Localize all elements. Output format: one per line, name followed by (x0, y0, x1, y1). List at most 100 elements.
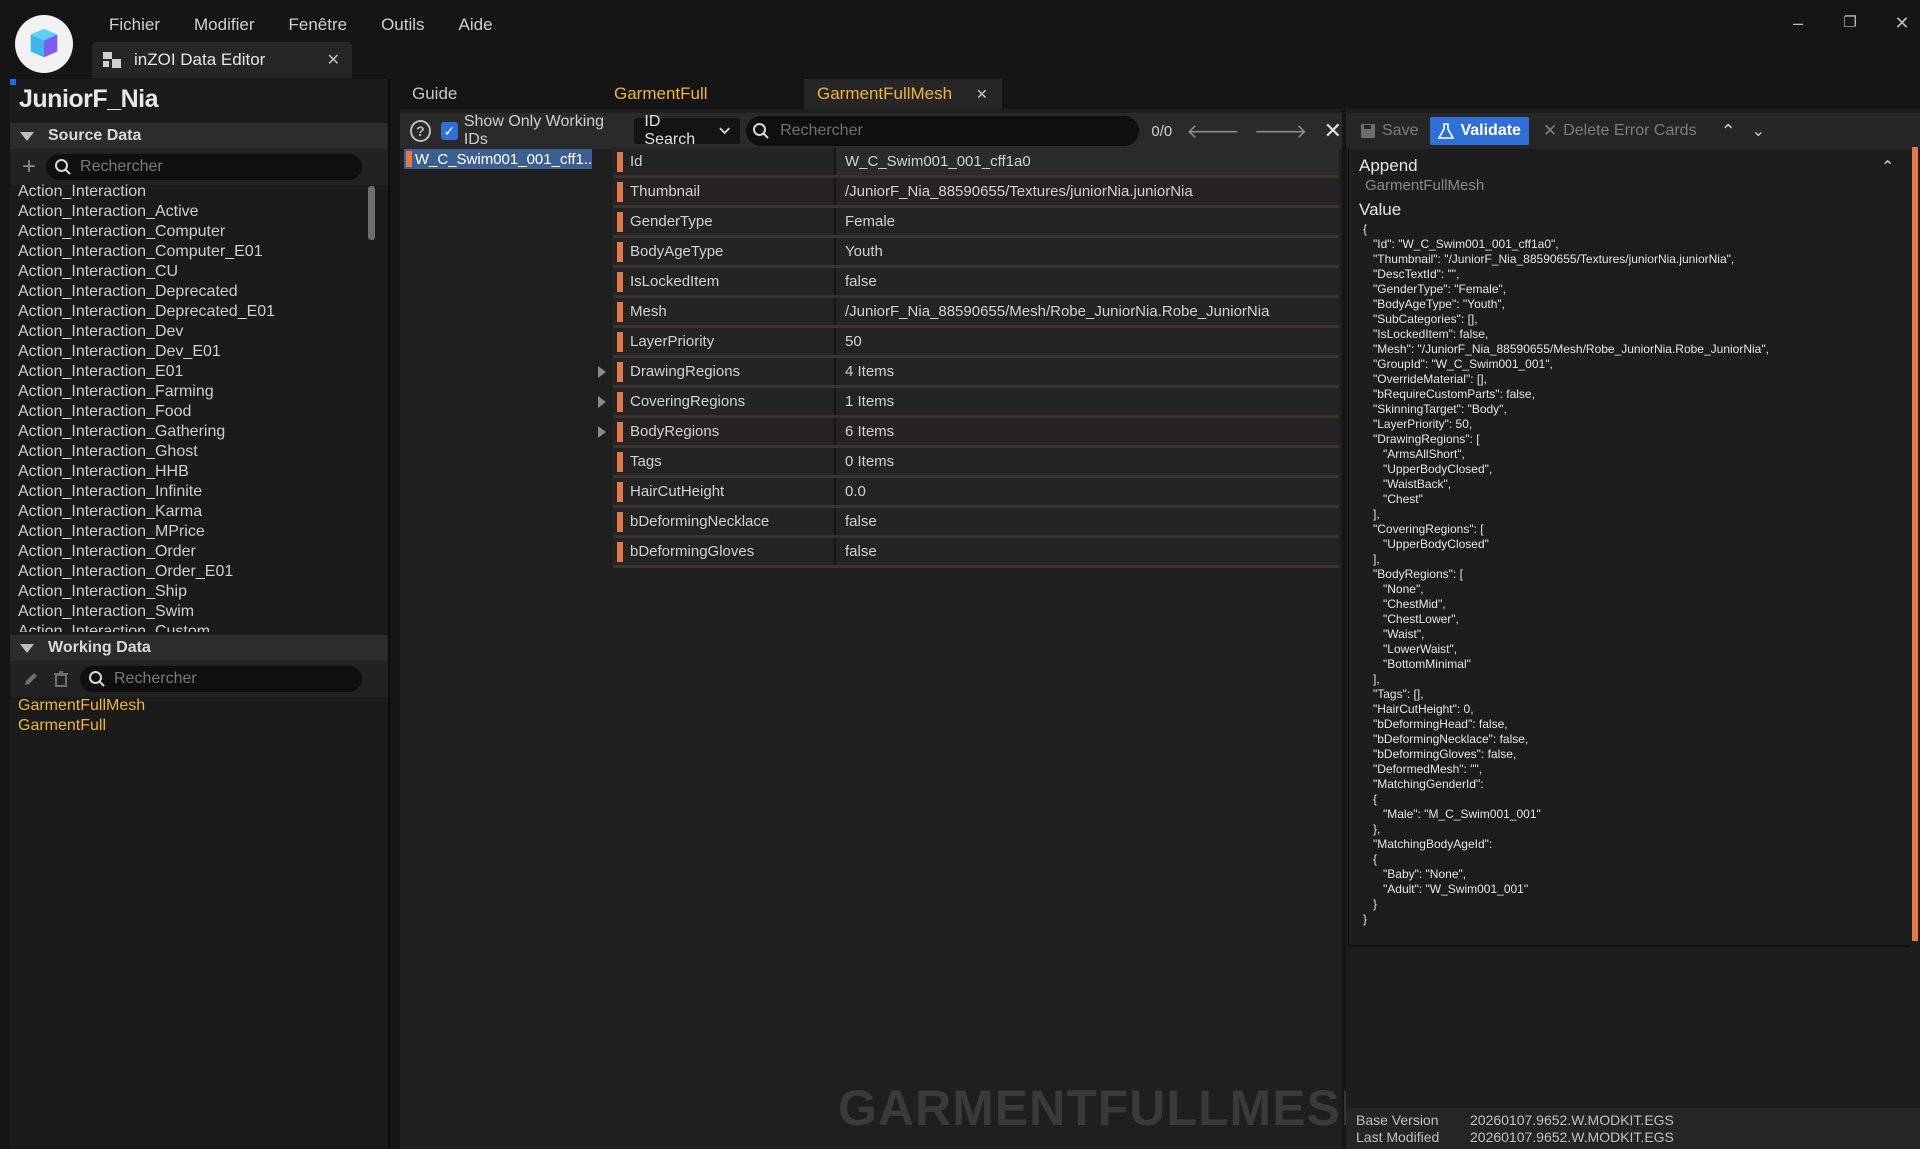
next-arrow-icon[interactable]: 🡒 (1254, 119, 1308, 144)
list-item[interactable]: Action_Interaction_Karma (18, 502, 370, 522)
json-line: ], (1363, 552, 1380, 566)
working-data-header[interactable]: Working Data (10, 635, 388, 661)
delete-error-cards-button[interactable]: ✕ Delete Error Cards (1535, 117, 1705, 145)
property-value[interactable]: W_C_Swim001_001_cff1a0 (836, 148, 1339, 175)
table-row[interactable]: BodyAgeType Youth (613, 238, 1339, 268)
property-name-cell: bDeformingNecklace (613, 508, 836, 535)
document-tab[interactable]: inZOI Data Editor ✕ (92, 42, 352, 78)
list-item[interactable]: Action_Interaction_Active (18, 202, 370, 222)
table-row[interactable]: Id W_C_Swim001_001_cff1a0 (613, 148, 1339, 178)
source-search-input[interactable]: Rechercher (46, 154, 363, 180)
list-item[interactable]: Action_Interaction_CU (18, 262, 370, 282)
menu-fenetre[interactable]: Fenêtre (271, 13, 364, 37)
id-search-input[interactable]: Rechercher (746, 116, 1140, 146)
list-item[interactable]: Action_Interaction_Order_E01 (18, 562, 370, 582)
document-tab-close-icon[interactable]: ✕ (327, 50, 340, 70)
list-item[interactable]: Action_Interaction_Computer_E01 (18, 242, 370, 262)
chevron-up-icon[interactable]: ⌃ (1721, 121, 1736, 142)
table-row[interactable]: GenderType Female (613, 208, 1339, 238)
list-item[interactable]: Action_Interaction_Computer (18, 222, 370, 242)
menu-fichier[interactable]: Fichier (92, 13, 177, 37)
list-item[interactable]: Action_Interaction_MPrice (18, 522, 370, 542)
working-list-item[interactable]: GarmentFull (18, 716, 370, 736)
source-list-scrollbar[interactable] (368, 186, 375, 240)
list-item[interactable]: Action_Interaction_Swim (18, 602, 370, 622)
id-search-dropdown[interactable]: ID Search (634, 113, 741, 148)
table-row[interactable]: IsLockedItem false (613, 268, 1339, 298)
table-row[interactable]: Thumbnail/JuniorF_Nia_88590655/Textures/… (613, 178, 1339, 208)
table-row[interactable]: Tags 0 Items (613, 448, 1339, 478)
source-data-header[interactable]: Source Data (10, 123, 388, 149)
id-list-item-selected[interactable]: W_C_Swim001_001_cff1... (404, 149, 592, 169)
property-value[interactable]: Female (836, 208, 1339, 235)
tab-close-icon[interactable]: ✕ (976, 79, 988, 109)
tab-garmentfullmesh[interactable]: GarmentFullMesh ✕ (804, 79, 1002, 109)
property-value[interactable]: /JuniorF_Nia_88590655/Textures/juniorNia… (836, 178, 1339, 205)
property-value[interactable]: 0.0 (836, 478, 1339, 505)
table-row[interactable]: bDeformingGloves false (613, 538, 1339, 568)
validate-button[interactable]: Validate (1430, 117, 1529, 145)
help-icon[interactable]: ? (410, 120, 431, 142)
list-item[interactable]: Action_Interaction_HHB (18, 462, 370, 482)
menu-aide[interactable]: Aide (442, 13, 510, 37)
table-row[interactable]: CoveringRegions 1 Items (598, 388, 1339, 418)
close-window-button[interactable]: ✕ (1886, 10, 1918, 36)
list-item[interactable]: Action_Interaction_Custom (18, 622, 370, 632)
list-item[interactable]: Action_Interaction_Dev (18, 322, 370, 342)
property-value[interactable]: Youth (836, 238, 1339, 265)
menu-modifier[interactable]: Modifier (177, 13, 271, 37)
property-value[interactable]: false (836, 268, 1339, 295)
tab-garmentfull[interactable]: GarmentFull (614, 79, 708, 109)
property-value[interactable]: 1 Items (836, 388, 1339, 415)
table-row[interactable]: LayerPriority 50 (613, 328, 1339, 358)
list-item[interactable]: Action_Interaction_Farming (18, 382, 370, 402)
working-list-item[interactable]: GarmentFullMesh (18, 696, 370, 716)
property-value[interactable]: 4 Items (836, 358, 1339, 385)
property-value[interactable]: false (836, 508, 1339, 535)
table-row[interactable]: BodyRegions 6 Items (598, 418, 1339, 448)
list-item[interactable]: Action_Interaction_Ghost (18, 442, 370, 462)
table-row[interactable]: bDeformingNecklace false (613, 508, 1339, 538)
list-item[interactable]: Action_Interaction (18, 182, 370, 202)
table-row[interactable]: DrawingRegions 4 Items (598, 358, 1339, 388)
edit-icon[interactable] (22, 670, 40, 688)
list-item[interactable]: Action_Interaction_E01 (18, 362, 370, 382)
property-value[interactable]: false (836, 538, 1339, 565)
working-search-input[interactable]: Rechercher (80, 666, 362, 692)
expand-arrow-icon[interactable] (598, 396, 606, 408)
table-row[interactable]: HairCutHeight 0.0 (613, 478, 1339, 508)
trash-icon[interactable] (52, 670, 70, 688)
save-button[interactable]: Save (1352, 117, 1426, 145)
expand-arrow-icon[interactable] (598, 426, 606, 438)
json-line: "GenderType": "Female", (1363, 282, 1507, 296)
chevron-down-icon[interactable]: ⌄ (1752, 121, 1765, 141)
tab-guide[interactable]: Guide (412, 79, 457, 109)
expand-arrow-icon[interactable] (598, 366, 606, 378)
collapse-chevron-up-icon[interactable]: ⌃ (1881, 157, 1894, 177)
list-item[interactable]: Action_Interaction_Ship (18, 582, 370, 602)
add-icon[interactable]: + (22, 155, 36, 179)
minimize-button[interactable]: – (1782, 10, 1814, 36)
property-value[interactable]: 0 Items (836, 448, 1339, 475)
list-item[interactable]: Action_Interaction_Deprecated (18, 282, 370, 302)
list-item[interactable]: Action_Interaction_Gathering (18, 422, 370, 442)
property-value[interactable]: 50 (836, 328, 1339, 355)
property-value[interactable]: /JuniorF_Nia_88590655/Mesh/Robe_JuniorNi… (836, 298, 1339, 325)
list-item[interactable]: Action_Interaction_Deprecated_E01 (18, 302, 370, 322)
restore-button[interactable]: ❐ (1834, 10, 1866, 36)
list-item[interactable]: Action_Interaction_Infinite (18, 482, 370, 502)
menu-outils[interactable]: Outils (364, 13, 441, 37)
property-value[interactable]: 6 Items (836, 418, 1339, 445)
previous-arrow-icon[interactable]: 🡐 (1186, 119, 1240, 144)
property-name: bDeformingNecklace (630, 513, 770, 530)
close-search-icon[interactable]: ✕ (1324, 118, 1342, 144)
property-name: Id (630, 153, 643, 170)
list-item[interactable]: Action_Interaction_Food (18, 402, 370, 422)
json-line: ], (1363, 507, 1380, 521)
table-row[interactable]: Mesh/JuniorF_Nia_88590655/Mesh/Robe_Juni… (613, 298, 1339, 328)
show-only-working-checkbox[interactable]: ✓ (440, 122, 458, 140)
base-version-label: Base Version (1356, 1112, 1439, 1128)
list-item[interactable]: Action_Interaction_Dev_E01 (18, 342, 370, 362)
list-item[interactable]: Action_Interaction_Order (18, 542, 370, 562)
base-version-row: Base Version 20260107.9652.W.MODKIT.EGS (1356, 1112, 1674, 1128)
